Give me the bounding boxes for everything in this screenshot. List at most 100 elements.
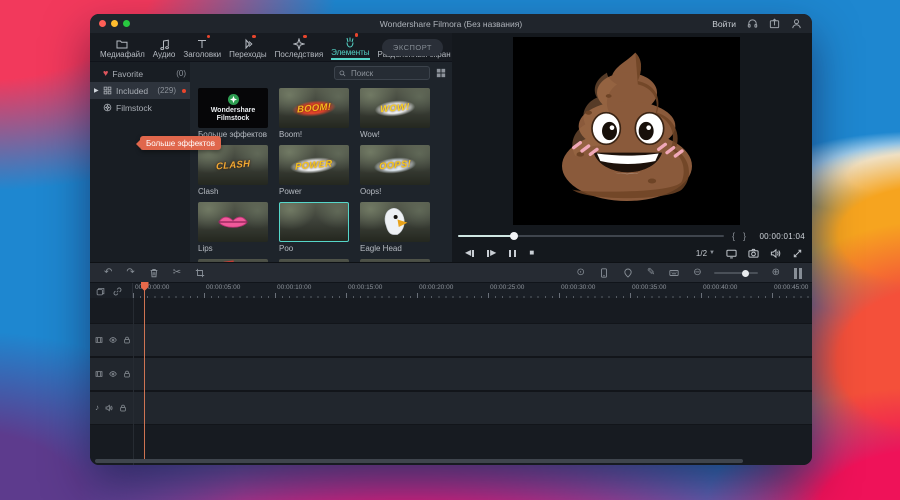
tab-label: Переходы — [229, 50, 267, 59]
shortcuts-keyboard-icon[interactable] — [669, 268, 679, 278]
close-button[interactable] — [99, 20, 106, 27]
effect-item-oops-[interactable]: OOPS! Oops! — [360, 145, 430, 198]
mark-out-icon[interactable]: } — [743, 231, 746, 241]
lock-icon[interactable] — [123, 370, 131, 378]
link-clips-icon[interactable] — [113, 287, 122, 296]
effect-item-lips[interactable]: Lips — [198, 202, 268, 255]
sidebar-item-count: (229) — [157, 86, 176, 95]
tab-label: Медиафайл — [100, 50, 145, 59]
notification-dot — [355, 33, 359, 37]
display-device-icon[interactable] — [726, 248, 737, 259]
edit-pen-icon[interactable]: ✎ — [647, 268, 655, 278]
zoom-in-icon[interactable]: ⊕ — [772, 268, 780, 278]
effect-item-poo[interactable]: Poo — [279, 202, 349, 255]
zoom-button[interactable] — [123, 20, 130, 27]
timeline-horizontal-scrollbar[interactable] — [95, 459, 743, 463]
lock-icon[interactable] — [119, 404, 127, 412]
timecode: 00:00:01:04 — [759, 232, 805, 241]
mark-in-icon[interactable]: { — [732, 231, 735, 241]
clip-icon[interactable] — [95, 336, 103, 344]
effect-item-clash[interactable]: CLASH Clash — [198, 145, 268, 198]
timeline-zoom-slider[interactable] — [714, 272, 758, 274]
more-effects-tooltip: Больше эффектов — [140, 136, 221, 150]
search-icon — [339, 70, 346, 77]
fullscreen-icon[interactable] — [792, 248, 803, 259]
effect-item-power[interactable]: POWER Power — [279, 145, 349, 198]
zoom-out-icon[interactable]: ⊖ — [693, 268, 701, 278]
seek-handle[interactable] — [510, 232, 518, 240]
effect-item-eagle-head[interactable]: Eagle Head — [360, 202, 430, 255]
preview-panel: { } 00:00:01:04 ◀ ▶ ■ 1/2▼ — [452, 33, 812, 262]
volume-icon[interactable] — [770, 248, 781, 259]
video-track-2[interactable] — [90, 357, 812, 391]
caret-icon: ▶ — [94, 87, 99, 94]
play-button[interactable]: ▶ — [487, 249, 496, 257]
pause-button[interactable] — [509, 250, 516, 257]
export-button[interactable]: ЭКСПОРТ — [382, 39, 443, 56]
tab-folder[interactable]: Медиафайл — [96, 35, 149, 60]
effect-thumbnail: CLASH — [198, 145, 268, 185]
eye-icon[interactable] — [109, 336, 117, 344]
tab-audio[interactable]: Аудио — [149, 35, 180, 60]
minimize-button[interactable] — [111, 20, 118, 27]
tab-titles[interactable]: Заголовки — [179, 35, 225, 60]
tab-fx[interactable]: Последствия — [271, 35, 328, 60]
track-height-icon[interactable] — [794, 268, 802, 279]
search-input[interactable] — [349, 68, 425, 79]
redo-icon[interactable]: ↷ — [126, 268, 134, 278]
heart-icon: ♥ — [103, 69, 108, 78]
preview-video — [513, 37, 740, 225]
effect-label: Lips — [198, 244, 268, 255]
effect-item-больше-эффектов[interactable]: WondershareFilmstock Больше эффектов — [198, 88, 268, 141]
snapshot-camera-icon[interactable] — [748, 248, 759, 259]
tab-icon — [344, 35, 356, 47]
delete-icon[interactable] — [149, 268, 159, 278]
comic-burst-text: CLASH — [209, 154, 257, 175]
video-track-1[interactable] — [90, 323, 812, 357]
account-icon[interactable] — [791, 18, 802, 29]
phone-export-icon[interactable] — [599, 268, 609, 278]
poo-art-icon — [299, 207, 329, 237]
manage-tracks-icon[interactable] — [96, 287, 105, 296]
effect-label: Oops! — [360, 187, 430, 198]
split-scissors-icon[interactable]: ✂ — [173, 268, 181, 278]
effect-item-wow-[interactable]: WOW! Wow! — [360, 88, 430, 141]
clip-icon[interactable] — [95, 370, 103, 378]
tab-trans[interactable]: Переходы — [225, 35, 271, 60]
effect-item-boom-[interactable]: BOOM! Boom! — [279, 88, 349, 141]
support-headset-icon[interactable] — [747, 18, 758, 29]
speaker-icon[interactable] — [105, 404, 113, 412]
grid-view-icon[interactable] — [436, 68, 446, 78]
record-icon[interactable]: ⊙ — [576, 268, 584, 278]
audio-note-icon[interactable]: ♪ — [95, 404, 99, 412]
playback-quality-select[interactable]: 1/2▼ — [696, 249, 715, 258]
comic-burst-text: POWER — [288, 154, 339, 176]
share-icon[interactable] — [769, 18, 780, 29]
sidebar-item-filmstock[interactable]: Filmstock — [90, 99, 190, 116]
playhead[interactable] — [144, 282, 145, 462]
audio-track-3[interactable]: ♪ — [90, 391, 812, 425]
sidebar-item-label: Included — [116, 86, 148, 96]
eagle-art-icon — [380, 207, 410, 237]
title-bar: Wondershare Filmora (Без названия) Войти — [90, 14, 812, 34]
effect-thumbnail — [360, 202, 430, 242]
sidebar-item-label: Favorite — [112, 69, 143, 79]
timeline-ruler[interactable]: 00:00:00:0000:00:05:0000:00:10:0000:00:1… — [90, 282, 812, 299]
search-box[interactable] — [334, 66, 430, 80]
tab-bar: Медиафайл Аудио Заголовки Переходы После… — [90, 33, 452, 62]
tab-icon — [293, 37, 305, 49]
sidebar-item-favorite[interactable]: ♥ Favorite (0) — [90, 65, 190, 82]
seek-bar[interactable] — [458, 235, 724, 237]
eye-icon[interactable] — [109, 370, 117, 378]
stop-button[interactable]: ■ — [529, 249, 534, 257]
sidebar-item-included[interactable]: ▶ Included (229) — [90, 82, 190, 99]
undo-icon[interactable]: ↶ — [104, 268, 112, 278]
crop-icon[interactable] — [195, 268, 205, 278]
lock-icon[interactable] — [123, 336, 131, 344]
marker-icon[interactable] — [623, 268, 633, 278]
previous-frame-button[interactable]: ◀ — [465, 249, 474, 257]
tab-elements[interactable]: Элементы — [327, 33, 373, 61]
zoom-slider-handle[interactable] — [742, 270, 749, 277]
track-header — [90, 336, 133, 344]
login-button[interactable]: Войти — [712, 19, 736, 29]
